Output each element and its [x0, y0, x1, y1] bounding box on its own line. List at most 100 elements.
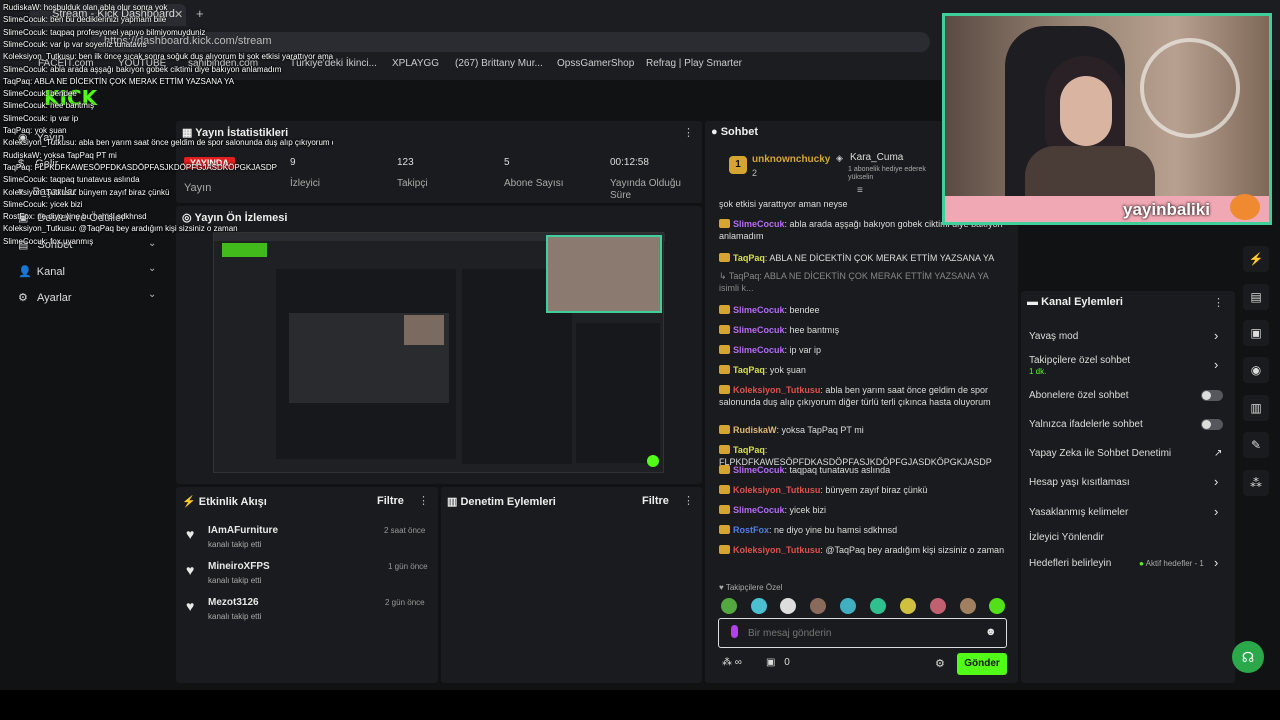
chat-username[interactable]: TaqPaq: [733, 365, 765, 375]
more-options-icon[interactable]: ⋮: [683, 126, 694, 139]
chat-username[interactable]: SlimeCocuk: [733, 345, 785, 355]
chat-message-input[interactable]: [748, 624, 973, 642]
chat-username[interactable]: Koleksiyon_Tutkusu: [733, 545, 820, 555]
stream-chat-overlay: RudiskaW: hoşbulduk olan abla olur sonra…: [3, 0, 333, 250]
lightning-icon[interactable]: ⚡: [1243, 246, 1269, 272]
chat-username[interactable]: Koleksiyon_Tutkusu: [733, 385, 820, 395]
sidebar-item-ayarlar[interactable]: ⚙ Ayarlar: [18, 291, 72, 304]
uptime-value: 00:12:58: [610, 157, 649, 168]
chat-username[interactable]: RostFox: [733, 525, 769, 535]
points-display[interactable]: ▣ 0: [766, 657, 790, 668]
overlay-chat-line: RostFox: ne diyo yine bu hamsi sdkhnsd: [3, 212, 147, 222]
action-ai-moderation[interactable]: Yapay Zeka ile Sohbet Denetimi: [1029, 448, 1171, 459]
more-options-icon[interactable]: ⋮: [1213, 296, 1224, 309]
bookmark-brittany[interactable]: (267) Brittany Mur...: [455, 58, 543, 69]
emote-icon[interactable]: [840, 598, 856, 614]
moderation-filter-button[interactable]: Filtre: [642, 495, 669, 507]
subscribers-only-toggle[interactable]: [1201, 390, 1223, 401]
microphone-icon[interactable]: [731, 625, 738, 638]
chat-username[interactable]: Koleksiyon_Tutkusu: [733, 485, 820, 495]
overlay-chat-line: SlimeCocuk: var ip var soyeniz tunatavis: [3, 39, 147, 49]
chat-username[interactable]: SlimeCocuk: [733, 505, 785, 515]
chat-username[interactable]: SlimeCocuk: [733, 219, 785, 229]
chevron-down-icon[interactable]: ⌄: [148, 289, 156, 300]
overlay-chat-line: Koleksiyon_Tutkusu: ben ilk önce sıcak s…: [3, 52, 333, 62]
chat-username[interactable]: SlimeCocuk: [733, 325, 785, 335]
activity-action: kanalı takip etti: [208, 576, 262, 585]
wrench-icon[interactable]: ✎: [1243, 432, 1269, 458]
action-set-goals[interactable]: Hedefleri belirleyin: [1029, 558, 1111, 569]
document-icon[interactable]: ▤: [1243, 284, 1269, 310]
chevron-right-icon[interactable]: ›: [1214, 474, 1218, 489]
action-subscribers-only[interactable]: Abonelere özel sohbet: [1029, 390, 1129, 401]
subscriber-badge-icon: [719, 445, 730, 454]
layout-icon[interactable]: ▥: [1243, 395, 1269, 421]
emote-icon[interactable]: [810, 598, 826, 614]
subscriber-badge-icon: [719, 253, 730, 262]
chat-message: SlimeCocuk: hee bantmış: [719, 324, 1009, 336]
chat-message: Koleksiyon_Tutkusu: bünyem zayıf biraz ç…: [719, 484, 1009, 496]
chevron-right-icon[interactable]: ›: [1214, 555, 1218, 570]
sidebar-item-kanal[interactable]: 👤 Kanal: [18, 265, 65, 278]
chat-title-text: Sohbet: [720, 126, 758, 138]
action-banned-words[interactable]: Yasaklanmış kelimeler: [1029, 507, 1128, 518]
external-link-icon[interactable]: ↗: [1214, 448, 1222, 459]
activity-name[interactable]: MineiroXFPS: [208, 561, 270, 572]
activity-filter-button[interactable]: Filtre: [377, 495, 404, 507]
followers-only-text: Takipçilere Özel: [725, 583, 783, 592]
top-gifter-name[interactable]: unknownchucky: [752, 154, 830, 165]
emote-icon[interactable]: [900, 598, 916, 614]
emote-icon[interactable]: [930, 598, 946, 614]
chevron-right-icon[interactable]: ›: [1214, 357, 1218, 372]
infinity-icon[interactable]: ⁂ ∞: [722, 657, 742, 668]
bookmark-opssgamershop[interactable]: OpssGamerShop: [557, 58, 634, 69]
sidebar-item-label: Ayarlar: [36, 292, 72, 304]
chat-message: SlimeCocuk: yicek bizi: [719, 504, 1009, 516]
more-options-icon[interactable]: ⋮: [418, 494, 429, 507]
chat-text: : bünyem zayıf biraz çünkü: [820, 485, 928, 495]
action-raid[interactable]: İzleyici Yönlendir: [1029, 532, 1104, 543]
emoji-icon[interactable]: ☻: [985, 626, 997, 638]
gifter-note: 1 abonelik hediye ederek yükselin: [848, 166, 926, 181]
chat-icon[interactable]: ▣: [1243, 320, 1269, 346]
bookmark-xplaygg[interactable]: XPLAYGG: [392, 58, 439, 69]
action-slow-mode[interactable]: Yavaş mod: [1029, 331, 1078, 342]
emote-icon[interactable]: [960, 598, 976, 614]
chat-username[interactable]: RudiskaW: [733, 425, 777, 435]
more-options-icon[interactable]: ⋮: [683, 494, 694, 507]
chat-text: : ABLA NE DİCEKTİN ÇOK MERAK ETTİM YAZSA…: [764, 253, 995, 263]
emote-icon[interactable]: [751, 598, 767, 614]
top-gifter-rank-icon: 1: [729, 156, 747, 174]
action-followers-only[interactable]: Takipçilere özel sohbet: [1029, 355, 1130, 366]
emote-icon[interactable]: [870, 598, 886, 614]
bookmark-refrag[interactable]: Refrag | Play Smarter: [646, 58, 742, 69]
support-headset-icon[interactable]: ☊: [1232, 641, 1264, 673]
active-goals-status: ● Aktif hedefler - 1: [1139, 559, 1204, 568]
emotes-only-toggle[interactable]: [1201, 419, 1223, 430]
second-gifter-name[interactable]: Kara_Cuma: [850, 152, 903, 163]
emote-icon[interactable]: [780, 598, 796, 614]
emote-icon[interactable]: [989, 598, 1005, 614]
send-button[interactable]: Gönder: [957, 653, 1007, 675]
chevron-down-icon[interactable]: ⌄: [148, 263, 156, 274]
gear-icon: ⚙: [18, 292, 28, 304]
chat-username[interactable]: TaqPaq: [733, 445, 765, 455]
chevron-right-icon[interactable]: ›: [1214, 328, 1218, 343]
emote-icon[interactable]: [721, 598, 737, 614]
bolt-icon: ⚡: [182, 496, 196, 508]
action-account-age[interactable]: Hesap yaşı kısıtlaması: [1029, 477, 1130, 488]
action-emotes-only[interactable]: Yalnızca ifadelerle sohbet: [1029, 419, 1143, 430]
activity-name[interactable]: Mezot3126: [208, 597, 259, 608]
users-icon[interactable]: ⁂: [1243, 470, 1269, 496]
broadcast-icon[interactable]: ◉: [1243, 357, 1269, 383]
menu-icon[interactable]: ≡: [857, 185, 863, 196]
chat-settings-icon[interactable]: ⚙: [935, 657, 945, 670]
webcam-name: yayinbaliki: [1123, 200, 1210, 219]
activity-name[interactable]: IAmAFurniture: [208, 525, 278, 536]
chat-username[interactable]: SlimeCocuk: [733, 305, 785, 315]
chat-username[interactable]: SlimeCocuk: [733, 465, 785, 475]
chevron-right-icon[interactable]: ›: [1214, 504, 1218, 519]
stream-preview-video[interactable]: [213, 232, 665, 473]
active-dot-icon: ●: [1139, 559, 1144, 568]
chat-username[interactable]: TaqPaq: [733, 253, 765, 263]
